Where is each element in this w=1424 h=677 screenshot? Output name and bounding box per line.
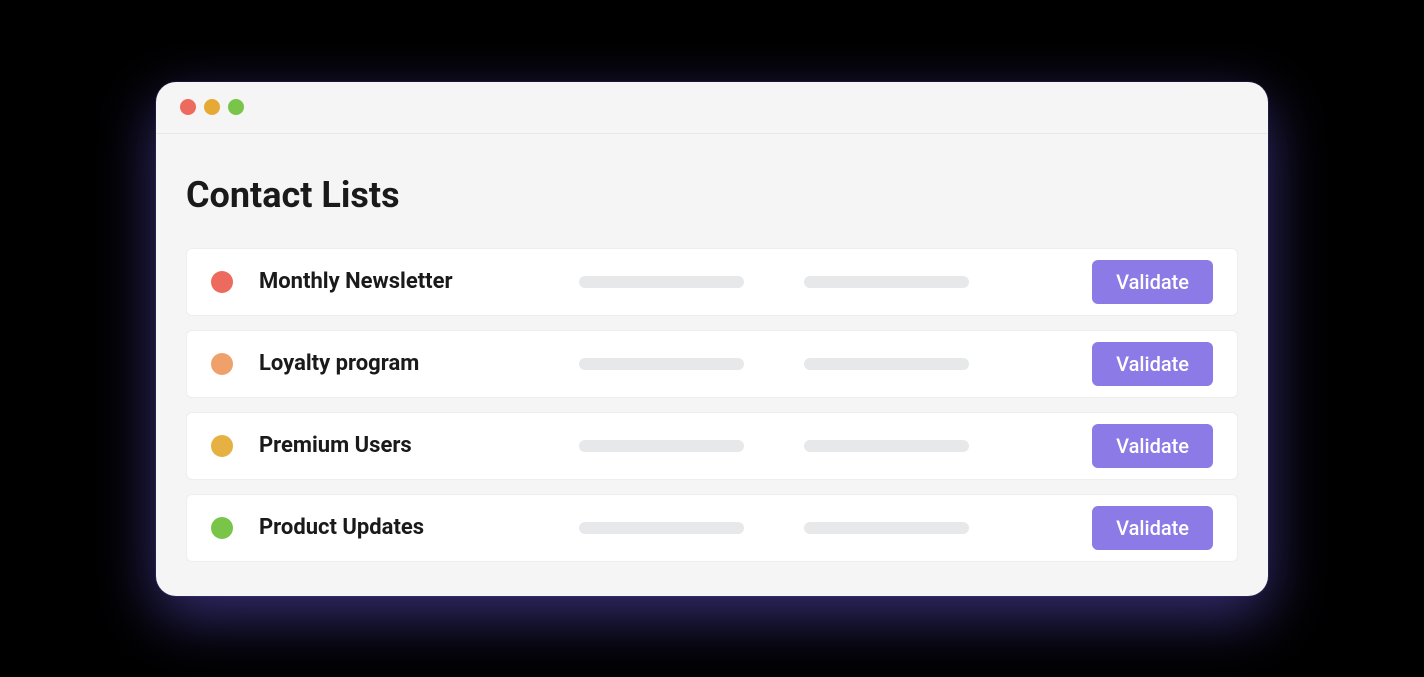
list-item: Loyalty program Validate: [186, 330, 1238, 398]
close-icon[interactable]: [180, 99, 196, 115]
validate-button[interactable]: Validate: [1092, 424, 1213, 468]
main-content: Contact Lists Monthly Newsletter Validat…: [156, 134, 1268, 596]
status-dot-icon: [211, 353, 233, 375]
placeholder-bar: [579, 440, 744, 452]
list-item: Monthly Newsletter Validate: [186, 248, 1238, 316]
status-dot-icon: [211, 271, 233, 293]
placeholder-bar: [804, 522, 969, 534]
status-dot-icon: [211, 435, 233, 457]
placeholder-bar: [579, 522, 744, 534]
list-name-label: Loyalty program: [259, 351, 569, 376]
list-item: Premium Users Validate: [186, 412, 1238, 480]
maximize-icon[interactable]: [228, 99, 244, 115]
placeholder-bar: [579, 276, 744, 288]
minimize-icon[interactable]: [204, 99, 220, 115]
placeholder-bar: [804, 440, 969, 452]
list-name-label: Product Updates: [259, 515, 569, 540]
placeholder-group: [579, 440, 1092, 452]
status-dot-icon: [211, 517, 233, 539]
validate-button[interactable]: Validate: [1092, 506, 1213, 550]
app-window: Contact Lists Monthly Newsletter Validat…: [156, 82, 1268, 596]
contact-list-container: Monthly Newsletter Validate Loyalty prog…: [186, 248, 1238, 562]
title-bar: [156, 82, 1268, 134]
list-name-label: Monthly Newsletter: [259, 269, 569, 294]
placeholder-group: [579, 358, 1092, 370]
list-name-label: Premium Users: [259, 433, 569, 458]
placeholder-group: [579, 522, 1092, 534]
placeholder-group: [579, 276, 1092, 288]
list-item: Product Updates Validate: [186, 494, 1238, 562]
page-title: Contact Lists: [186, 174, 1238, 216]
placeholder-bar: [804, 276, 969, 288]
validate-button[interactable]: Validate: [1092, 342, 1213, 386]
placeholder-bar: [804, 358, 969, 370]
validate-button[interactable]: Validate: [1092, 260, 1213, 304]
placeholder-bar: [579, 358, 744, 370]
